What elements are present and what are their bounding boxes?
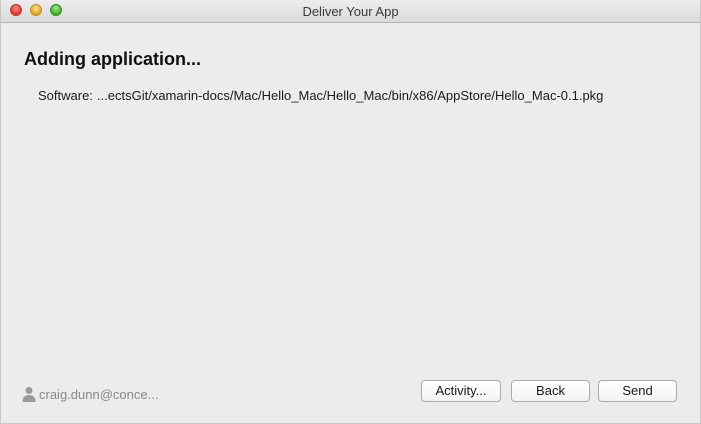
status-heading: Adding application... (24, 49, 201, 69)
software-path: ...ectsGit/xamarin-docs/Mac/Hello_Mac/He… (96, 88, 604, 103)
software-line: Software: ...ectsGit/xamarin-docs/Mac/Hel… (38, 88, 603, 103)
back-button[interactable]: Back (511, 380, 590, 402)
window-title: Deliver Your App (302, 4, 399, 19)
software-label: Software: (38, 88, 93, 103)
account-info: craig.dunn@conce... (22, 385, 158, 403)
account-name: craig.dunn@conce... (39, 386, 159, 402)
person-icon (22, 387, 36, 402)
activity-button[interactable]: Activity... (421, 380, 501, 402)
send-button[interactable]: Send (598, 380, 677, 402)
deliver-app-window: Deliver Your App Adding application... S… (0, 0, 701, 424)
title-bar: Deliver Your App (1, 0, 700, 23)
